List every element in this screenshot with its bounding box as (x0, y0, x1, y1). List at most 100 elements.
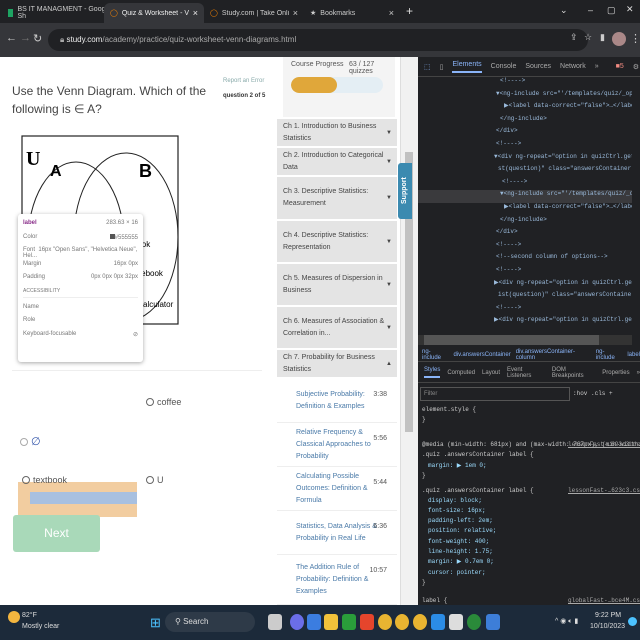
tab-elements[interactable]: Elements (452, 61, 482, 73)
share-icon[interactable]: ⇪ (570, 32, 578, 43)
paint-icon[interactable] (486, 614, 500, 630)
dom-node[interactable]: <!----> (418, 266, 632, 279)
close-icon[interactable]: × (389, 8, 394, 18)
inspect-icon[interactable]: ⬚ (424, 63, 431, 71)
sidebar-lesson[interactable]: Relative Frequency & Classical Approache… (277, 423, 397, 467)
stylesheet-link[interactable]: lessonFast-…623c3.css:1 (568, 441, 640, 452)
chevron-down-icon[interactable]: ▼ (386, 192, 392, 204)
chrome-icon[interactable] (378, 614, 392, 630)
reload-icon[interactable]: ↻ (33, 32, 42, 45)
vscode-icon[interactable] (431, 614, 445, 630)
answer-coffee[interactable]: coffee (146, 397, 181, 407)
sidebar-scrollbar[interactable] (400, 57, 418, 605)
horizontal-scrollbar[interactable] (418, 335, 632, 345)
styles-tools[interactable]: :hov .cls + (573, 390, 613, 397)
error-badge[interactable]: ■5 (616, 63, 624, 70)
answer-textbook[interactable]: textbook (22, 475, 67, 485)
new-tab-button[interactable]: + (406, 4, 413, 18)
sidebar-chapter[interactable]: Ch 1. Introduction to Business Statistic… (277, 119, 397, 147)
back-icon[interactable]: ← (6, 32, 17, 44)
close-window-icon[interactable]: ✕ (626, 4, 634, 15)
dom-node[interactable]: ▶<label data-correct="false">…</label> (418, 102, 632, 115)
xbox-icon[interactable] (467, 614, 481, 630)
dom-node[interactable]: ▶<div ng-repeat="option in quizCtrl.getS… (418, 316, 632, 329)
styles-tab[interactable]: Styles (424, 367, 441, 378)
sidebar-lesson[interactable]: Statistics, Data Analysis & Probability … (277, 511, 397, 555)
styles-tab[interactable]: » (637, 370, 640, 376)
dom-node[interactable]: ist(question)" class="answersContainer-c… (418, 291, 632, 304)
minimize-icon[interactable]: – (588, 5, 593, 15)
styles-tab[interactable]: DOM Breakpoints (552, 367, 595, 379)
next-button[interactable]: Next (13, 515, 100, 552)
sidebar-chapter[interactable]: Ch 2. Introduction to Categorical Data ▼ (277, 148, 397, 176)
chevron-down-icon[interactable]: ▼ (386, 127, 392, 139)
breadcrumb-item[interactable]: ng-include (596, 349, 622, 361)
radio-button[interactable] (146, 476, 154, 484)
answer-empty-set[interactable]: ∅ (20, 435, 41, 448)
styles-tab[interactable]: Computed (447, 370, 475, 376)
app-icon[interactable] (449, 614, 463, 630)
sidebar-chapter[interactable]: Ch 3. Descriptive Statistics: Measuremen… (277, 177, 397, 220)
dom-node[interactable]: </div> (418, 127, 632, 140)
dom-node[interactable]: ▶<div ng-repeat="option in quizCtrl.getS… (418, 279, 632, 292)
meet-icon[interactable] (290, 614, 304, 630)
report-error-link[interactable]: Report an Error (223, 78, 264, 84)
radio-button[interactable] (22, 476, 30, 484)
styles-tab[interactable]: Event Listeners (507, 367, 545, 379)
dom-node[interactable]: ▼<ng-include src="'/templates/quiz/_opti… (418, 90, 632, 103)
chevron-up-icon[interactable]: ▲ (386, 358, 392, 370)
close-icon[interactable]: × (293, 8, 298, 18)
tab-bookmarks[interactable]: ★ Bookmarks × (304, 3, 400, 23)
radio-button[interactable] (20, 437, 28, 446)
chevron-down-icon[interactable]: ▼ (386, 279, 392, 291)
breadcrumb-item[interactable]: label (627, 352, 640, 358)
file-explorer-icon[interactable] (324, 614, 338, 630)
radio-button[interactable] (146, 398, 154, 406)
breadcrumb-item[interactable]: ng-include (422, 349, 448, 361)
chevron-down-icon[interactable]: ▼ (386, 236, 392, 248)
sidebar-chapter[interactable]: Ch 6. Measures of Association & Correlat… (277, 307, 397, 349)
sidebar-chapter[interactable]: Ch 4. Descriptive Statistics: Representa… (277, 221, 397, 263)
sidebar-chapter[interactable]: Ch 7. Probability for Business Statistic… (277, 350, 397, 378)
close-icon[interactable]: × (193, 8, 198, 18)
dom-node[interactable]: <!----> (418, 140, 632, 153)
chevron-down-icon[interactable]: ▼ (386, 156, 392, 168)
url-input[interactable]: 🔒︎ study.com/academy/practice/quiz-works… (48, 29, 588, 51)
dom-node[interactable]: </ng-include> (418, 115, 632, 128)
forward-icon[interactable]: → (20, 32, 31, 44)
tab-network[interactable]: Network (560, 63, 586, 70)
chrome-icon[interactable] (395, 614, 409, 630)
sidebar-lesson[interactable]: The Addition Rule of Probability: Defini… (277, 555, 397, 605)
clock-date[interactable]: 10/10/2023 (590, 623, 625, 630)
avatar[interactable] (612, 32, 626, 46)
tab-sources[interactable]: Sources (525, 63, 551, 70)
more-tabs[interactable]: » (595, 63, 599, 70)
tab-study[interactable]: ◯Study.com | Take Online Course× (204, 3, 304, 23)
taskbar-search[interactable]: ⚲ Search (165, 612, 255, 632)
dom-node[interactable]: </ng-include> (418, 216, 632, 229)
dom-node[interactable]: <!----> (418, 77, 632, 90)
sidebar-lesson[interactable]: Calculating Possible Outcomes: Definitio… (277, 467, 397, 511)
chrome-icon[interactable] (413, 614, 427, 630)
breadcrumb-item[interactable]: div.answersContainer (453, 352, 510, 358)
dom-node[interactable]: <!--second column of options--> (418, 253, 632, 266)
breadcrumb-item[interactable]: div.answersContainer-column (516, 349, 591, 361)
menu-icon[interactable]: ⋮ (630, 32, 640, 45)
answer-u[interactable]: U (146, 475, 164, 485)
dom-node[interactable]: <!----> (418, 304, 632, 317)
clock-time[interactable]: 9:22 PM (595, 612, 621, 619)
notification-icon[interactable] (628, 617, 637, 626)
device-icon[interactable]: ▯ (440, 63, 444, 71)
dom-node[interactable]: ▼<ng-include src="'/templates/quiz/_opti… (418, 190, 632, 203)
dom-node[interactable]: <!----> (418, 178, 632, 191)
tab-console[interactable]: Console (491, 63, 517, 70)
dom-node[interactable]: ▶<label data-correct="false">…</label> (418, 203, 632, 216)
styles-tab[interactable]: Properties (602, 370, 629, 376)
settings-icon[interactable]: ⚙ (633, 63, 639, 71)
maximize-icon[interactable]: ▢ (607, 5, 616, 16)
lock-app-icon[interactable] (342, 614, 356, 630)
bookmark-star-icon[interactable]: ☆ (584, 32, 592, 43)
windows-start-icon[interactable]: ⊞ (150, 615, 161, 631)
calendar-icon[interactable] (307, 614, 321, 630)
task-view-icon[interactable] (268, 614, 282, 630)
